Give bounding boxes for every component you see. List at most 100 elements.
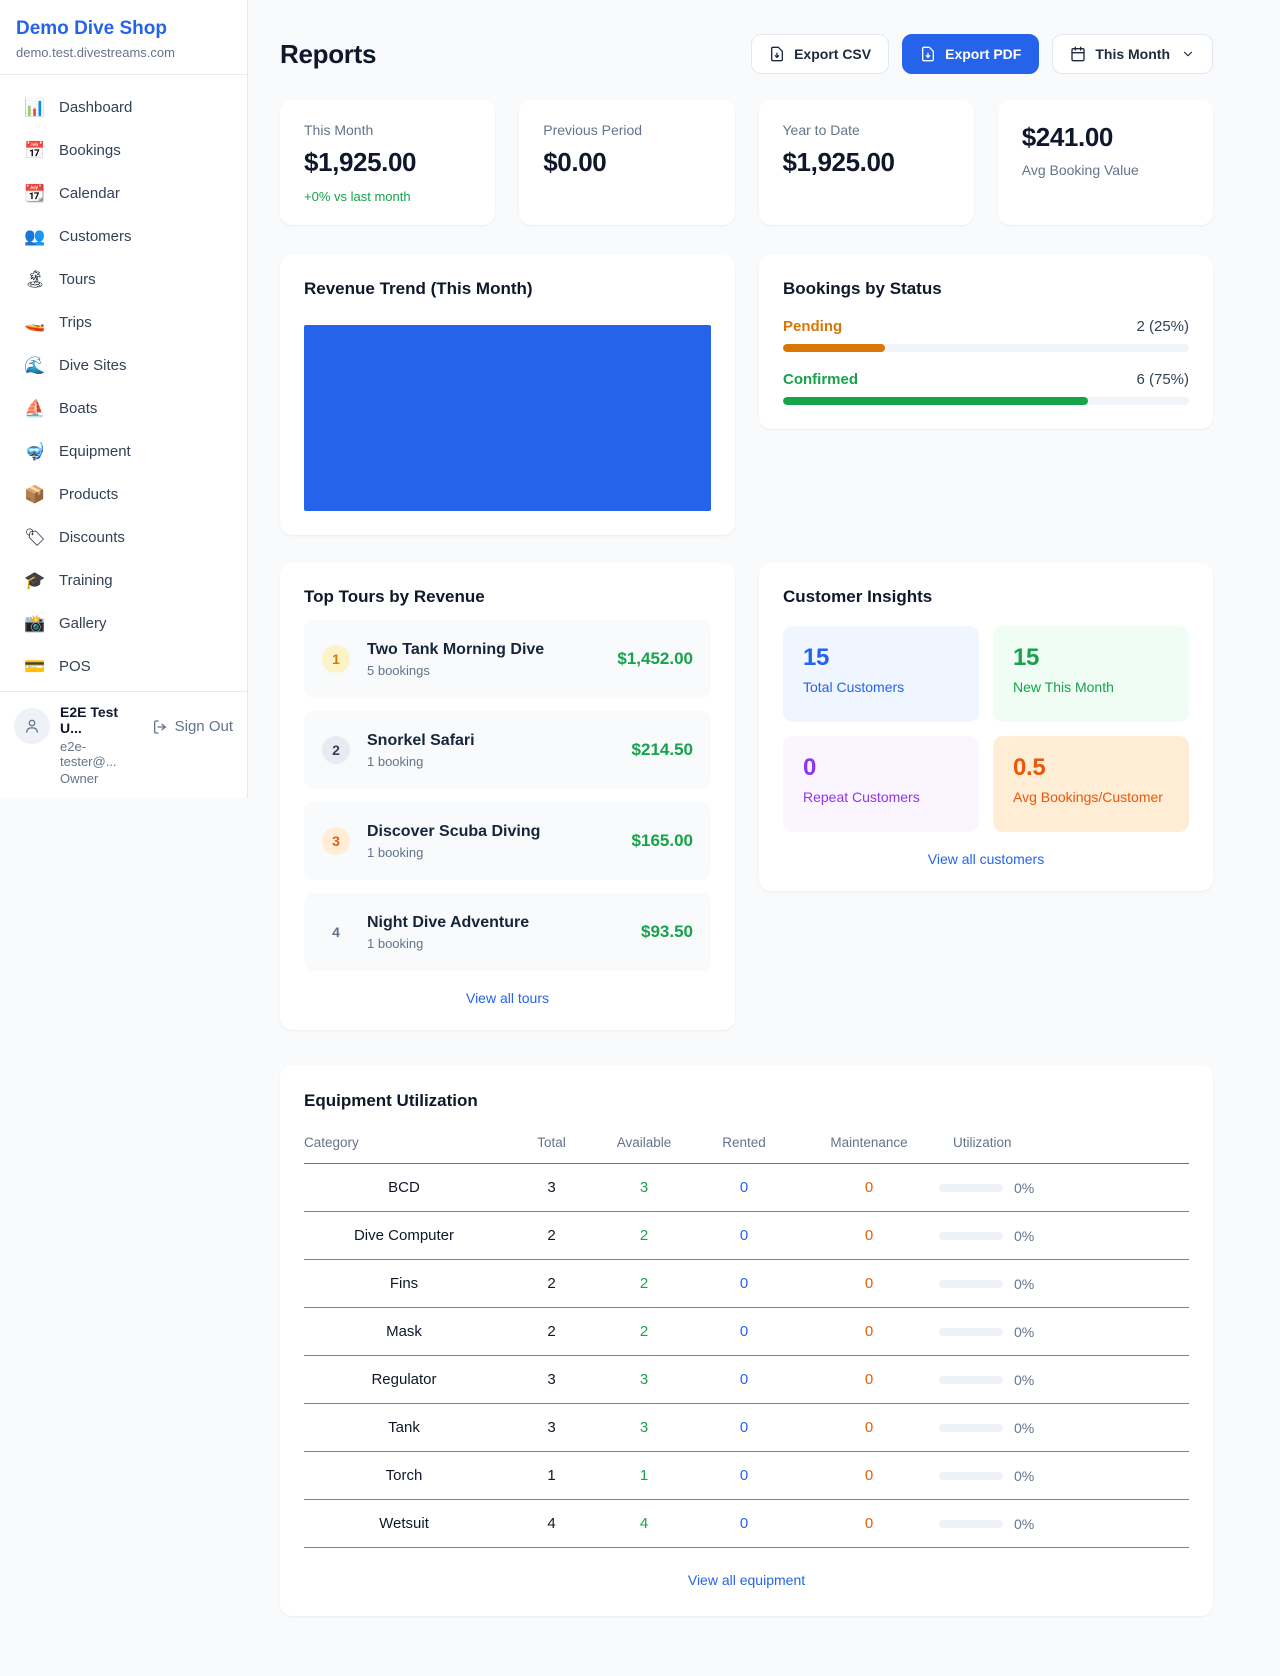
table-row: Dive Computer 2 2 0 0 0%	[304, 1212, 1189, 1260]
tour-revenue: $93.50	[641, 922, 693, 942]
export-csv-button[interactable]: Export CSV	[751, 34, 889, 74]
utilization-percent: 0%	[1014, 1180, 1034, 1196]
export-pdf-button[interactable]: Export PDF	[902, 34, 1039, 74]
equip-total: 2	[504, 1212, 599, 1260]
page-title: Reports	[280, 39, 376, 70]
credit-card-icon: 💳	[24, 657, 46, 677]
package-icon: 📦	[24, 485, 46, 505]
sidebar-item-tours[interactable]: 🏝 Tours	[12, 261, 235, 298]
calendar-icon: 📅	[24, 141, 46, 161]
table-row: Regulator 3 3 0 0 0%	[304, 1356, 1189, 1404]
equip-category: Mask	[304, 1308, 504, 1356]
sidebar-item-dive-sites[interactable]: 🌊 Dive Sites	[12, 347, 235, 384]
utilization-percent: 0%	[1014, 1228, 1034, 1244]
status-count: 6 (75%)	[1136, 371, 1189, 388]
period-dropdown[interactable]: This Month	[1052, 34, 1213, 74]
stat-value: $1,925.00	[783, 147, 950, 178]
tour-revenue: $1,452.00	[617, 649, 693, 669]
tour-name: Discover Scuba Diving	[367, 823, 620, 841]
progress-track	[783, 344, 1189, 352]
equip-maintenance: 0	[799, 1356, 939, 1404]
equip-maintenance: 0	[799, 1308, 939, 1356]
sidebar-item-gallery[interactable]: 📸 Gallery	[12, 605, 235, 642]
shop-domain: demo.test.divestreams.com	[16, 45, 231, 60]
sidebar-item-training[interactable]: 🎓 Training	[12, 562, 235, 599]
equip-rented: 0	[689, 1356, 799, 1404]
sidebar-item-bookings[interactable]: 📅 Bookings	[12, 132, 235, 169]
insight-label: New This Month	[1013, 679, 1169, 695]
sidebar-item-products[interactable]: 📦 Products	[12, 476, 235, 513]
sidebar-item-boats[interactable]: ⛵ Boats	[12, 390, 235, 427]
sidebar-item-label: Products	[59, 486, 118, 503]
sidebar-header: Demo Dive Shop demo.test.divestreams.com	[0, 0, 247, 75]
file-download-icon	[769, 46, 785, 62]
sidebar-item-discounts[interactable]: 🏷 Discounts	[12, 519, 235, 556]
revenue-trend-card: Revenue Trend (This Month)	[280, 255, 735, 535]
equip-total: 2	[504, 1260, 599, 1308]
top-tours-title: Top Tours by Revenue	[304, 587, 711, 607]
sidebar: Demo Dive Shop demo.test.divestreams.com…	[0, 0, 248, 798]
equip-available: 2	[599, 1212, 689, 1260]
table-row: Torch 1 1 0 0 0%	[304, 1452, 1189, 1500]
sidebar-item-dashboard[interactable]: 📊 Dashboard	[12, 89, 235, 126]
customer-insights-title: Customer Insights	[783, 587, 1189, 607]
avatar	[14, 708, 50, 744]
stat-card-year-to-date: Year to Date $1,925.00	[759, 100, 974, 225]
equip-category: Wetsuit	[304, 1500, 504, 1548]
tour-name: Two Tank Morning Dive	[367, 641, 605, 659]
stat-label: This Month	[304, 122, 471, 138]
sidebar-item-customers[interactable]: 👥 Customers	[12, 218, 235, 255]
file-download-icon	[920, 46, 936, 62]
stat-label: Year to Date	[783, 122, 950, 138]
sign-out-button[interactable]: Sign Out	[152, 718, 233, 735]
stat-card-avg-booking-value: $241.00 Avg Booking Value	[998, 100, 1213, 225]
equip-rented: 0	[689, 1500, 799, 1548]
sidebar-item-trips[interactable]: 🚤 Trips	[12, 304, 235, 341]
view-all-tours-link[interactable]: View all tours	[304, 990, 711, 1006]
diving-mask-icon: 🤿	[24, 442, 46, 462]
list-item: 2 Snorkel Safari 1 booking $214.50	[304, 711, 711, 789]
stat-label: Avg Booking Value	[1022, 162, 1189, 178]
sidebar-item-label: Customers	[59, 228, 132, 245]
equip-maintenance: 0	[799, 1404, 939, 1452]
tear-off-calendar-icon: 📆	[24, 184, 46, 204]
insight-tile-repeat-customers: 0 Repeat Customers	[783, 736, 979, 832]
export-csv-label: Export CSV	[794, 46, 871, 62]
sidebar-item-pos[interactable]: 💳 POS	[12, 648, 235, 685]
sidebar-item-label: Calendar	[59, 185, 120, 202]
tour-name: Night Dive Adventure	[367, 914, 629, 932]
equip-category: BCD	[304, 1164, 504, 1212]
equip-rented: 0	[689, 1404, 799, 1452]
sidebar-item-label: POS	[59, 658, 91, 675]
status-label: Confirmed	[783, 371, 858, 388]
view-all-equipment-link[interactable]: View all equipment	[304, 1572, 1189, 1588]
sailboat-icon: ⛵	[24, 399, 46, 419]
tour-bookings: 1 booking	[367, 936, 629, 951]
utilization-track	[939, 1184, 1003, 1192]
utilization-percent: 0%	[1014, 1276, 1034, 1292]
sidebar-item-calendar[interactable]: 📆 Calendar	[12, 175, 235, 212]
utilization-track	[939, 1280, 1003, 1288]
speedboat-icon: 🚤	[24, 313, 46, 333]
sidebar-item-label: Dive Sites	[59, 357, 127, 374]
column-header: Utilization	[939, 1125, 1189, 1164]
tour-name: Snorkel Safari	[367, 732, 620, 750]
progress-track	[783, 397, 1189, 405]
equip-rented: 0	[689, 1260, 799, 1308]
equip-rented: 0	[689, 1212, 799, 1260]
sidebar-item-equipment[interactable]: 🤿 Equipment	[12, 433, 235, 470]
sign-out-label: Sign Out	[175, 718, 233, 735]
tour-revenue: $214.50	[632, 740, 693, 760]
camera-icon: 📸	[24, 614, 46, 634]
table-row: Tank 3 3 0 0 0%	[304, 1404, 1189, 1452]
user-email: e2e-tester@...	[60, 739, 142, 769]
sidebar-user-footer: E2E Test U... e2e-tester@... Owner Sign …	[0, 691, 247, 798]
insight-tile-avg-bookings: 0.5 Avg Bookings/Customer	[993, 736, 1189, 832]
stat-card-previous-period: Previous Period $0.00	[519, 100, 734, 225]
period-label: This Month	[1095, 46, 1170, 62]
utilization-percent: 0%	[1014, 1516, 1034, 1532]
view-all-customers-link[interactable]: View all customers	[783, 851, 1189, 867]
equip-category: Tank	[304, 1404, 504, 1452]
progress-fill-confirmed	[783, 397, 1088, 405]
revenue-trend-title: Revenue Trend (This Month)	[304, 279, 711, 299]
